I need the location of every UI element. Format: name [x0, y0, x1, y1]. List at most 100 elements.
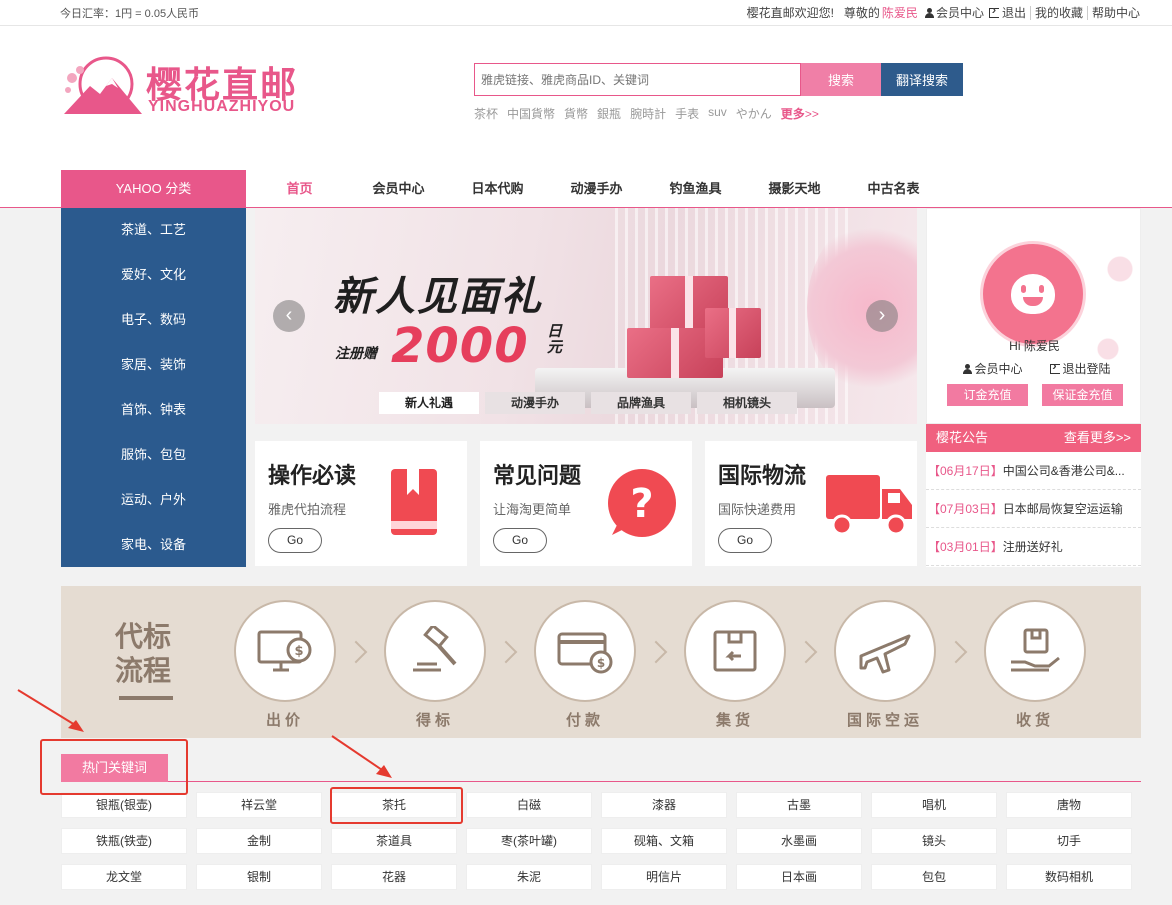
- keyword-item[interactable]: 水墨画: [736, 828, 862, 854]
- highlight-box-keyword: [330, 787, 463, 824]
- keyword-item[interactable]: 祥云堂: [196, 792, 322, 818]
- keyword-item[interactable]: 日本画: [736, 864, 862, 890]
- category-item[interactable]: 爱好、文化: [61, 253, 246, 298]
- nav-item[interactable]: 日本代购: [448, 170, 547, 208]
- process-step-airfreight: 国际空运: [834, 600, 936, 730]
- keyword-item[interactable]: 金制: [196, 828, 322, 854]
- go-button[interactable]: Go: [268, 528, 322, 553]
- keyword-item[interactable]: 茶道具: [331, 828, 457, 854]
- category-item[interactable]: 运动、户外: [61, 478, 246, 523]
- announcement-more-link[interactable]: 查看更多>>: [1064, 424, 1131, 452]
- keyword-item[interactable]: 砚箱、文箱: [601, 828, 727, 854]
- nav-item[interactable]: 中古名表: [844, 170, 943, 208]
- keyword-item[interactable]: 唱机: [871, 792, 997, 818]
- nav-item[interactable]: 钓鱼渔具: [646, 170, 745, 208]
- keyword-item[interactable]: 朱泥: [466, 864, 592, 890]
- truck-icon: [826, 475, 912, 536]
- yahoo-category-header[interactable]: YAHOO 分类: [61, 170, 246, 208]
- monitor-coin-icon: $: [257, 630, 312, 672]
- main-nav: YAHOO 分类 首页 会员中心 日本代购 动漫手办 钓鱼渔具 摄影天地 中古名表: [0, 170, 1172, 208]
- recharge-buttons: 订金充值 保证金充值: [947, 384, 1123, 406]
- keyword-item[interactable]: 花器: [331, 864, 457, 890]
- search-button[interactable]: 搜索: [801, 63, 881, 96]
- announcement-item[interactable]: 【07月03日】日本邮局恢复空运运输: [926, 490, 1141, 528]
- announcement-title: 樱花公告: [936, 430, 989, 445]
- chevron-right-icon: [644, 640, 668, 664]
- search-input[interactable]: [474, 63, 801, 96]
- next-slide-button[interactable]: ›: [866, 300, 898, 332]
- banner-tab[interactable]: 新人礼遇: [379, 392, 479, 414]
- nav-item[interactable]: 会员中心: [349, 170, 448, 208]
- translate-search-button[interactable]: 翻译搜索: [881, 63, 963, 96]
- favorites-link[interactable]: 我的收藏: [1035, 4, 1083, 21]
- card-logistics[interactable]: 国际物流 国际快递费用 Go: [705, 441, 917, 566]
- category-item[interactable]: 家电、设备: [61, 523, 246, 568]
- keyword-item[interactable]: 唐物: [1006, 792, 1132, 818]
- package-return-icon: [713, 630, 757, 672]
- more-label: 更多: [780, 107, 805, 121]
- announcement-date: 【03月01日】: [928, 540, 1003, 554]
- process-step-collect: 集货: [684, 600, 786, 730]
- keyword-item[interactable]: 明信片: [601, 864, 727, 890]
- hot-term-link[interactable]: 茶杯: [474, 105, 498, 122]
- member-center-link-panel[interactable]: 会员中心: [958, 360, 1023, 377]
- process-step-receive: 收货: [984, 600, 1086, 730]
- keyword-item[interactable]: 包包: [871, 864, 997, 890]
- nav-item[interactable]: 摄影天地: [745, 170, 844, 208]
- keyword-item[interactable]: 数码相机: [1006, 864, 1132, 890]
- banner-tab[interactable]: 相机镜头: [697, 392, 797, 414]
- avatar[interactable]: [980, 241, 1086, 347]
- svg-text:?: ?: [630, 481, 653, 527]
- banner-tab[interactable]: 品牌渔具: [591, 392, 691, 414]
- keyword-item[interactable]: 古墨: [736, 792, 862, 818]
- keyword-item[interactable]: 漆器: [601, 792, 727, 818]
- go-button[interactable]: Go: [718, 528, 772, 553]
- hot-term-link[interactable]: 貨幣: [564, 105, 588, 122]
- site-logo[interactable]: 樱花直邮 YINGHUAZHIYOU: [60, 56, 340, 122]
- keyword-item[interactable]: 银制: [196, 864, 322, 890]
- category-item[interactable]: 茶道、工艺: [61, 208, 246, 253]
- more-arrow: >>: [804, 107, 819, 121]
- hot-term-link[interactable]: 銀瓶: [597, 105, 621, 122]
- promo-banner[interactable]: 新人见面礼 注册赠 2000 日元 ‹ › 新人礼遇 动漫手办 品牌渔具 相机镜头: [255, 208, 917, 424]
- card-guide[interactable]: 操作必读 雅虎代拍流程 Go: [255, 441, 467, 566]
- keyword-item[interactable]: 切手: [1006, 828, 1132, 854]
- hot-term-link[interactable]: 腕時計: [630, 105, 666, 122]
- prev-slide-button[interactable]: ‹: [273, 300, 305, 332]
- deposit-recharge-button[interactable]: 保证金充值: [1042, 384, 1123, 406]
- member-center-link[interactable]: 会员中心: [936, 4, 984, 21]
- more-terms-link[interactable]: 更多>>: [781, 105, 819, 122]
- category-item[interactable]: 服饰、包包: [61, 433, 246, 478]
- logout-link[interactable]: 退出: [1002, 4, 1026, 21]
- nav-item[interactable]: 首页: [250, 170, 349, 208]
- order-recharge-button[interactable]: 订金充值: [947, 384, 1028, 406]
- member-center-label: 会员中心: [974, 362, 1023, 376]
- hot-term-link[interactable]: やかん: [736, 105, 772, 122]
- help-link[interactable]: 帮助中心: [1092, 4, 1140, 21]
- category-item[interactable]: 电子、数码: [61, 298, 246, 343]
- top-links: 樱花直邮欢迎您! 尊敬的 陈爱民 会员中心 退出 我的收藏 帮助中心: [747, 3, 1140, 21]
- card-subtitle: 雅虎代拍流程: [268, 502, 347, 517]
- go-button[interactable]: Go: [493, 528, 547, 553]
- user-icon: [963, 364, 973, 374]
- keyword-item[interactable]: 铁瓶(铁壶): [61, 828, 187, 854]
- banner-tab[interactable]: 动漫手办: [485, 392, 585, 414]
- process-step-win: 得标: [384, 600, 486, 730]
- keyword-item[interactable]: 枣(茶叶罐): [466, 828, 592, 854]
- keyword-item[interactable]: 白磁: [466, 792, 592, 818]
- announcement-text: 中国公司&香港公司&...: [1002, 464, 1125, 478]
- announcement-item[interactable]: 【06月17日】中国公司&香港公司&...: [926, 452, 1141, 490]
- hot-term-link[interactable]: 手表: [675, 105, 699, 122]
- card-faq[interactable]: 常见问题 让海淘更简单 Go ?: [480, 441, 692, 566]
- category-item[interactable]: 家居、装饰: [61, 343, 246, 388]
- username-link[interactable]: 陈爱民: [882, 4, 918, 21]
- hot-term-link[interactable]: 中国貨幣: [507, 105, 555, 122]
- keyword-item[interactable]: 银瓶(银壶): [61, 792, 187, 818]
- keyword-item[interactable]: 龙文堂: [61, 864, 187, 890]
- logout-link-panel[interactable]: 退出登陆: [1045, 359, 1111, 377]
- category-item[interactable]: 首饰、钟表: [61, 388, 246, 433]
- announcement-item[interactable]: 【03月01日】注册送好礼: [926, 528, 1141, 566]
- nav-item[interactable]: 动漫手办: [547, 170, 646, 208]
- hot-term-link[interactable]: suv: [708, 105, 727, 122]
- keyword-item[interactable]: 镜头: [871, 828, 997, 854]
